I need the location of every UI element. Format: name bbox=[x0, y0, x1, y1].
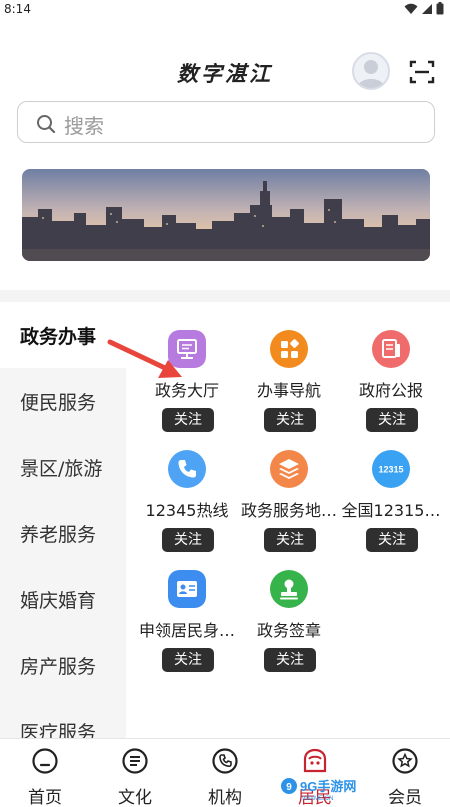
sidebar-item-government-affairs[interactable]: 政务办事 bbox=[0, 302, 126, 368]
tab-label: 文化 bbox=[118, 788, 152, 807]
sidebar-item-label: 景区/旅游 bbox=[20, 457, 103, 480]
stamp-icon bbox=[270, 570, 308, 608]
city-banner-image[interactable] bbox=[22, 169, 430, 261]
tab-culture[interactable]: 文化 bbox=[90, 739, 180, 807]
user-avatar-icon bbox=[357, 60, 385, 88]
avatar[interactable] bbox=[352, 52, 390, 90]
id-card-icon bbox=[168, 570, 206, 608]
phone-ring-icon bbox=[212, 748, 238, 774]
tab-home[interactable]: 首页 bbox=[0, 739, 90, 807]
category-sidebar: 政务办事 便民服务 景区/旅游 养老服务 婚庆婚育 房产服务 医疗服务 bbox=[0, 302, 126, 738]
sidebar-item-marriage[interactable]: 婚庆婚育 bbox=[0, 566, 126, 632]
section-divider bbox=[0, 290, 450, 302]
tab-label: 机构 bbox=[208, 788, 242, 807]
signal-icon bbox=[422, 3, 432, 14]
search-input[interactable]: 搜索 bbox=[17, 101, 435, 143]
service-item-government-hall[interactable]: 政务大厅 关注 bbox=[136, 302, 238, 432]
service-label: 政务大厅 bbox=[154, 381, 219, 400]
scan-icon[interactable] bbox=[409, 60, 435, 84]
service-label: 申领居民身… bbox=[138, 621, 235, 640]
member-icon bbox=[392, 748, 418, 774]
document-icon bbox=[372, 330, 410, 368]
sidebar-item-label: 便民服务 bbox=[20, 391, 97, 414]
sidebar-item-label: 房产服务 bbox=[20, 655, 97, 678]
service-item-e-seal[interactable]: 政务签章 关注 bbox=[238, 542, 340, 672]
service-item-gazette[interactable]: 政府公报 关注 bbox=[340, 302, 442, 432]
watermark-subtext: 9GAME.CN bbox=[302, 796, 333, 802]
tab-label: 首页 bbox=[28, 788, 62, 807]
battery-icon bbox=[436, 2, 444, 15]
sidebar-item-tourism[interactable]: 景区/旅游 bbox=[0, 434, 126, 500]
app-header: 数字湛江 bbox=[0, 48, 450, 94]
sidebar-item-medical[interactable]: 医疗服务 bbox=[0, 698, 126, 739]
watermark-logo-icon: 9 9G手游网 9GAME.CN bbox=[281, 778, 356, 802]
wifi-icon bbox=[404, 3, 418, 14]
status-bar: 8:14 bbox=[0, 0, 450, 20]
service-label: 12345热线 bbox=[145, 501, 229, 520]
layers-icon bbox=[270, 450, 308, 488]
grid-icon bbox=[270, 330, 308, 368]
tab-institution[interactable]: 机构 bbox=[180, 739, 270, 807]
service-item-id-card[interactable]: 申领居民身… 关注 bbox=[136, 542, 238, 672]
service-item-12315[interactable]: 12315 全国12315… 关注 bbox=[340, 422, 442, 552]
svg-text:9: 9 bbox=[286, 782, 292, 793]
home-icon bbox=[32, 748, 58, 774]
sidebar-item-housing[interactable]: 房产服务 bbox=[0, 632, 126, 698]
sidebar-item-label: 养老服务 bbox=[20, 523, 97, 546]
service-label: 政务签章 bbox=[256, 621, 321, 640]
follow-button[interactable]: 关注 bbox=[264, 648, 316, 672]
status-time: 8:14 bbox=[4, 2, 31, 16]
sidebar-item-label: 医疗服务 bbox=[20, 721, 97, 739]
service-item-guide[interactable]: 办事导航 关注 bbox=[238, 302, 340, 432]
resident-icon bbox=[303, 748, 327, 773]
search-icon bbox=[37, 115, 56, 134]
city-skyline-image bbox=[22, 169, 430, 261]
follow-button[interactable]: 关注 bbox=[162, 648, 214, 672]
phone-icon bbox=[168, 450, 206, 488]
service-item-service-map[interactable]: 政务服务地… 关注 bbox=[238, 422, 340, 552]
12315-icon: 12315 bbox=[372, 450, 410, 488]
monitor-icon bbox=[168, 330, 206, 368]
watermark-text: 9G手游网 bbox=[300, 779, 356, 794]
sidebar-item-elderly-care[interactable]: 养老服务 bbox=[0, 500, 126, 566]
culture-icon bbox=[122, 748, 148, 774]
service-label: 办事导航 bbox=[256, 381, 321, 400]
sidebar-item-label: 婚庆婚育 bbox=[20, 589, 97, 612]
service-label: 全国12315… bbox=[341, 501, 441, 520]
service-item-hotline[interactable]: 12345热线 关注 bbox=[136, 422, 238, 552]
bottom-tab-bar: 首页 文化 机构 居民 会员 bbox=[0, 738, 450, 807]
sidebar-item-label: 政务办事 bbox=[20, 325, 97, 348]
service-grid: 政务大厅 关注 办事导航 关注 政府公报 关注 12345热线 关注 政务服务地… bbox=[126, 302, 450, 738]
system-icons bbox=[404, 2, 444, 15]
12315-icon-text: 12315 bbox=[378, 465, 403, 475]
service-label: 政府公报 bbox=[358, 381, 423, 400]
search-placeholder: 搜索 bbox=[64, 114, 104, 138]
follow-button[interactable]: 关注 bbox=[366, 528, 418, 552]
sidebar-item-convenience[interactable]: 便民服务 bbox=[0, 368, 126, 434]
service-label: 政务服务地… bbox=[240, 501, 337, 520]
